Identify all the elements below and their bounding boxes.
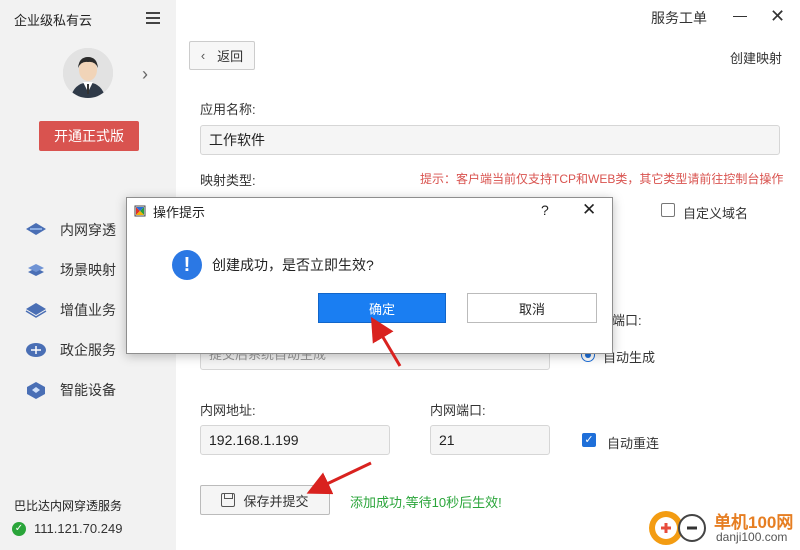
annotation-arrow-confirm xyxy=(370,316,402,367)
watermark-url: danji100.com xyxy=(716,530,788,544)
annotation-arrows xyxy=(306,316,402,495)
annotation-arrow-save xyxy=(306,461,372,495)
watermark-logo: 单机100网 danji100.com xyxy=(648,506,798,550)
